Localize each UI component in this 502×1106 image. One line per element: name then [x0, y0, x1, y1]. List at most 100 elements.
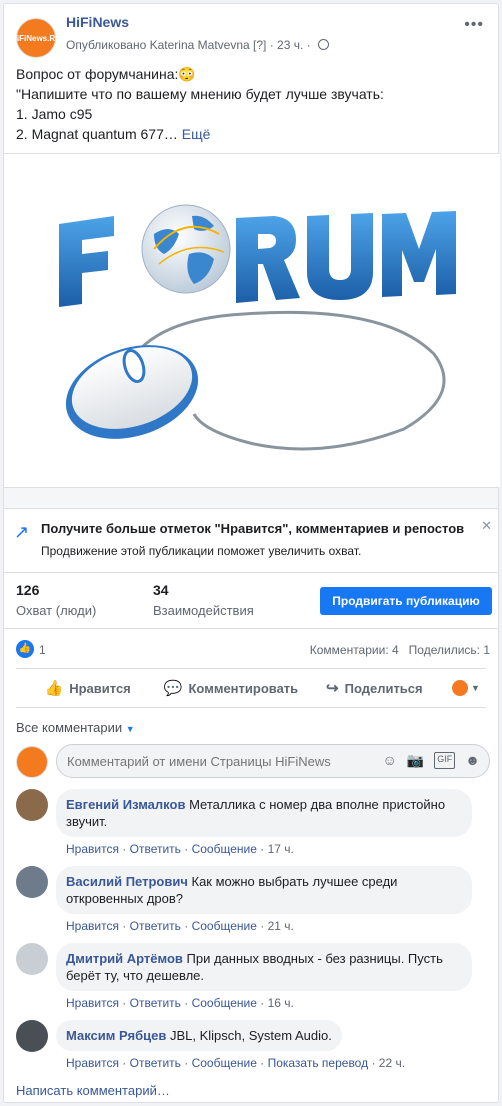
- comment-author[interactable]: Евгений Измалков: [66, 797, 185, 812]
- composer-icons: ☺ 📷 GIF ☻: [383, 752, 480, 769]
- like-label: Нравится: [69, 680, 131, 696]
- camera-icon[interactable]: 📷: [407, 752, 424, 769]
- page-identity-selector[interactable]: ▼: [446, 680, 486, 696]
- published-prefix: Опубликовано: [66, 38, 147, 52]
- comment-item: Василий Петрович Как можно выбрать лучше…: [16, 866, 486, 933]
- page-avatar[interactable]: HiFiNews.RU: [11, 18, 61, 58]
- emoji-icon[interactable]: ☺: [383, 752, 397, 769]
- comment-reply-link[interactable]: Ответить: [130, 919, 181, 933]
- gif-icon[interactable]: GIF: [434, 752, 456, 769]
- chevron-down-icon: ▼: [471, 683, 480, 693]
- promo-banner: ↗ Получите больше отметок "Нравится", ко…: [4, 508, 500, 572]
- comment-message-link[interactable]: Сообщение: [192, 1056, 257, 1070]
- commenter-avatar[interactable]: [16, 1020, 48, 1052]
- more-options-icon[interactable]: •••: [464, 16, 484, 34]
- comment-time[interactable]: 21 ч.: [268, 919, 294, 933]
- comment-item: Евгений Измалков Металлика с номер два в…: [16, 789, 486, 856]
- comment-text: JBL, Klipsch, System Audio.: [169, 1028, 332, 1043]
- comment-bubble: Дмитрий Артёмов При данных вводных - без…: [56, 943, 472, 991]
- comment-text: Металлика с номер два вполне пристойно: [189, 797, 446, 812]
- reach-value: 126: [16, 582, 40, 598]
- comment-text: звучит.: [66, 814, 108, 829]
- comment-bubble: Василий Петрович Как можно выбрать лучше…: [56, 866, 472, 914]
- commenter-avatar[interactable]: [16, 866, 48, 898]
- comment-text: откровенных дров?: [66, 891, 184, 906]
- page-name-link[interactable]: HiFiNews: [66, 14, 129, 30]
- comment-message-link[interactable]: Сообщение: [192, 919, 257, 933]
- comment-text: Как можно выбрать лучшее среди: [191, 874, 398, 889]
- see-more-link[interactable]: Ещё: [182, 126, 211, 142]
- comment-actions: Нравится · Ответить · Сообщение · Показа…: [66, 1056, 406, 1070]
- comment-author[interactable]: Дмитрий Артёмов: [66, 951, 183, 966]
- separator-band: [4, 488, 498, 508]
- share-arrow-icon: ↪: [326, 680, 339, 697]
- trending-up-icon: ↗: [14, 522, 30, 542]
- comment-button[interactable]: 💬 Комментировать: [159, 679, 302, 697]
- thumbs-up-icon: 👍: [44, 680, 64, 697]
- comment-like-link[interactable]: Нравится: [66, 996, 119, 1010]
- comment-reply-link[interactable]: Ответить: [130, 842, 181, 856]
- post-text-line: Вопрос от форумчанина:😳: [16, 66, 196, 82]
- comment-time[interactable]: 16 ч.: [268, 996, 294, 1010]
- comments-filter-label: Все комментарии: [16, 720, 123, 735]
- post-time[interactable]: 23 ч.: [277, 38, 303, 52]
- post-meta: Опубликовано Katerina Matvevna [?] · 23 …: [66, 38, 329, 52]
- comment-translate-link[interactable]: Показать перевод: [268, 1056, 369, 1070]
- close-icon[interactable]: ✕: [481, 518, 492, 534]
- engagement-value: 34: [153, 582, 169, 598]
- post-header: HiFiNews.RU HiFiNews Опубликовано Kateri…: [11, 14, 486, 60]
- post-text: Вопрос от форумчанина:😳 "Напишите что по…: [16, 64, 486, 144]
- comment-like-link[interactable]: Нравится: [66, 919, 119, 933]
- promo-subtitle: Продвижение этой публикации поможет увел…: [41, 544, 362, 558]
- commenter-avatar[interactable]: [16, 943, 48, 975]
- share-button[interactable]: ↪ Поделиться: [303, 679, 446, 697]
- comment-label: Комментировать: [188, 680, 299, 696]
- comment-actions: Нравится · Ответить · Сообщение · 16 ч.: [66, 996, 294, 1010]
- post-image[interactable]: [4, 154, 500, 487]
- comment-author[interactable]: Василий Петрович: [66, 874, 188, 889]
- comment-bubble: Евгений Измалков Металлика с номер два в…: [56, 789, 472, 837]
- globe-icon: [318, 39, 329, 50]
- comment-text: При данных вводных - без разницы. Пусть: [186, 951, 443, 966]
- post-text-line: 2. Magnat quantum 677… Ещё: [16, 124, 486, 144]
- comment-author[interactable]: Максим Рябцев: [66, 1028, 166, 1043]
- reactions-row: 👍 1 Комментарии: 4 Поделились: 1: [4, 628, 500, 668]
- promo-title: Получите больше отметок "Нравится", комм…: [41, 521, 465, 536]
- comment-time[interactable]: 22 ч.: [379, 1056, 405, 1070]
- boost-post-button[interactable]: Продвигать публикацию: [320, 587, 492, 615]
- comment-actions: Нравится · Ответить · Сообщение · 21 ч.: [66, 919, 294, 933]
- comments-filter-dropdown[interactable]: Все комментарии ▼: [16, 720, 135, 735]
- comment-time[interactable]: 17 ч.: [268, 842, 294, 856]
- comment-reply-link[interactable]: Ответить: [130, 1056, 181, 1070]
- comment-reply-link[interactable]: Ответить: [130, 996, 181, 1010]
- help-marker[interactable]: [?]: [253, 38, 266, 52]
- comment-bubble: Максим Рябцев JBL, Klipsch, System Audio…: [56, 1020, 342, 1051]
- comment-like-link[interactable]: Нравится: [66, 1056, 119, 1070]
- write-comment-link[interactable]: Написать комментарий…: [16, 1083, 170, 1098]
- comment-message-link[interactable]: Сообщение: [192, 996, 257, 1010]
- comment-item: Дмитрий Артёмов При данных вводных - без…: [16, 943, 486, 1010]
- commenter-avatar[interactable]: [16, 789, 48, 821]
- engagement-label: Взаимодействия: [153, 603, 254, 618]
- published-by-link[interactable]: Katerina Matvevna: [150, 38, 250, 52]
- comment-message-link[interactable]: Сообщение: [192, 842, 257, 856]
- avatar-logo-text: HiFiNews.RU: [11, 33, 61, 43]
- post-text-line: 1. Jamo c95: [16, 106, 93, 122]
- share-label: Поделиться: [344, 680, 423, 696]
- page-avatar: [16, 746, 48, 778]
- comment-text: берёт ту, что дешевле.: [66, 968, 205, 983]
- comments-shares-summary: Комментарии: 4 Поделились: 1: [310, 643, 490, 657]
- comment-actions: Нравится · Ответить · Сообщение · 17 ч.: [66, 842, 294, 856]
- like-button[interactable]: 👍 Нравится: [16, 679, 159, 697]
- post-text-line: "Напишите что по вашему мнению будет луч…: [16, 86, 384, 102]
- sticker-icon[interactable]: ☻: [465, 752, 480, 769]
- reaction-count[interactable]: 1: [39, 643, 46, 657]
- post-text-truncated: 2. Magnat quantum 677…: [16, 126, 178, 142]
- comments-count-link[interactable]: Комментарии: 4: [310, 643, 399, 657]
- shares-count-link[interactable]: Поделились: 1: [409, 643, 490, 657]
- comment-like-link[interactable]: Нравится: [66, 842, 119, 856]
- post-actions-bar: 👍 Нравится 💬 Комментировать ↪ Поделиться ▼: [16, 668, 486, 708]
- reach-label: Охват (люди): [16, 603, 97, 618]
- chevron-down-icon: ▼: [125, 724, 135, 734]
- like-reaction-icon[interactable]: 👍: [16, 640, 34, 658]
